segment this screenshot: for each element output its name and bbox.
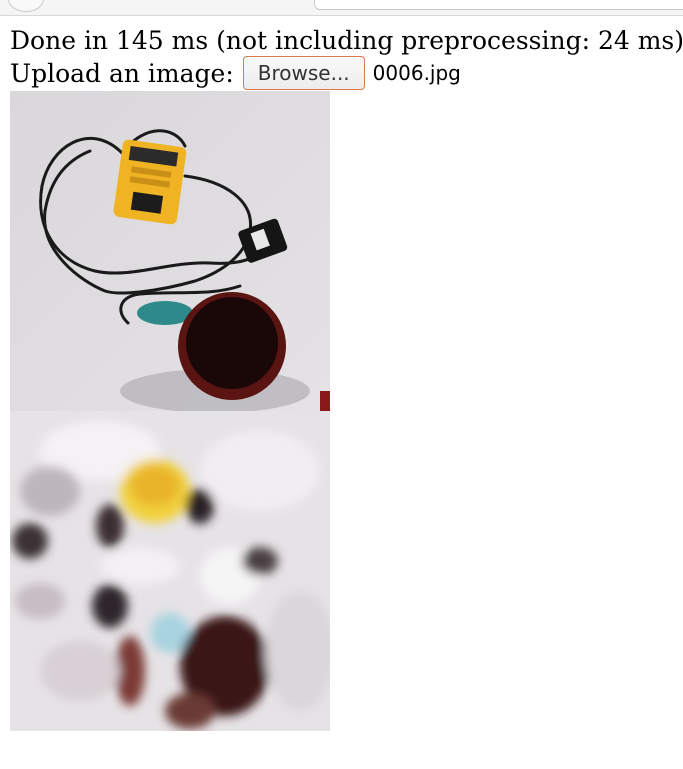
status-text: Done in 145 ms (not including preprocess…: [10, 26, 683, 55]
page-content: Done in 145 ms (not including preprocess…: [10, 25, 683, 731]
upload-row: Upload an image: Browse... 0006.jpg: [10, 55, 683, 91]
back-button[interactable]: [8, 0, 44, 12]
upload-label: Upload an image:: [10, 58, 234, 88]
address-bar[interactable]: [314, 0, 683, 10]
output-image-graphic: [10, 411, 330, 731]
selected-file-name: 0006.jpg: [372, 61, 461, 85]
input-image: [10, 91, 330, 411]
browser-chrome-strip: [0, 0, 683, 16]
output-image: [10, 411, 330, 731]
input-image-graphic: [10, 91, 330, 411]
browse-button[interactable]: Browse...: [242, 56, 365, 90]
